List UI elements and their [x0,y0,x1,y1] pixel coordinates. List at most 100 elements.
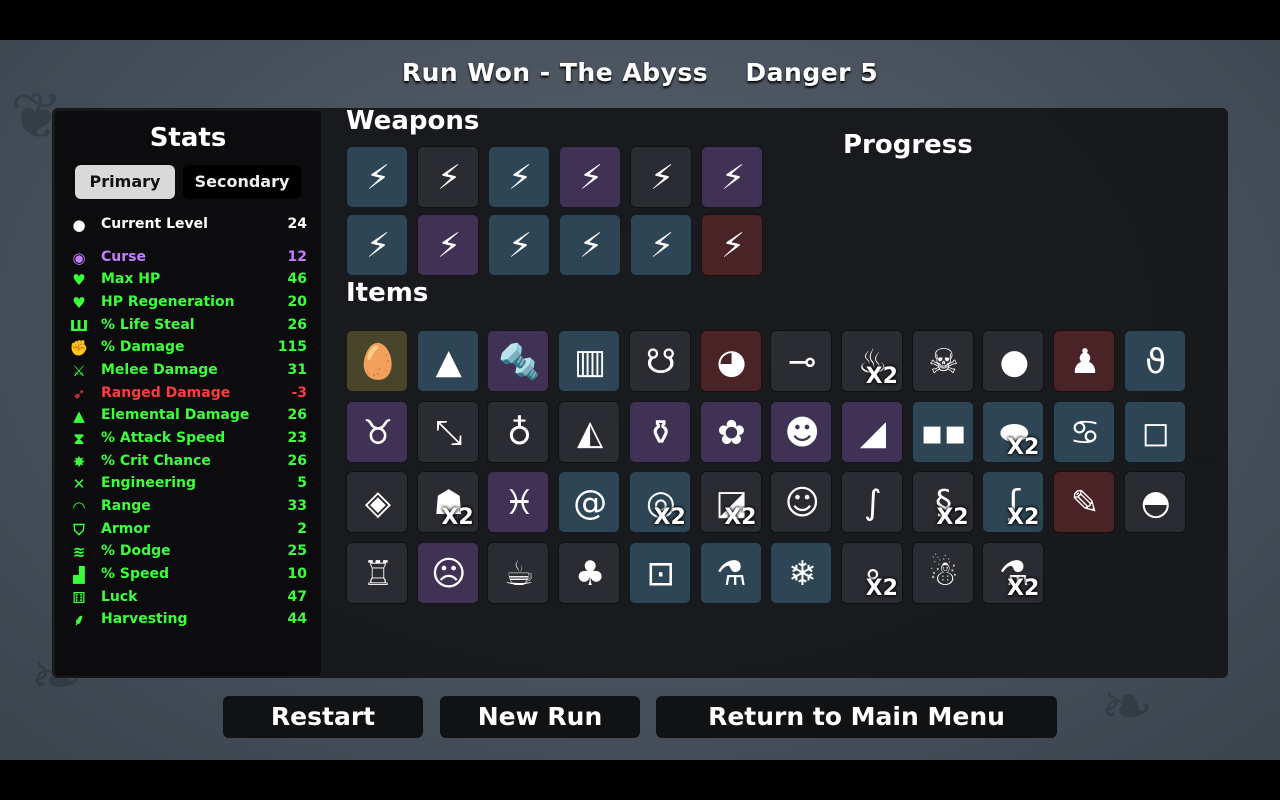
stat-label: % Crit Chance [101,453,211,469]
item-slot[interactable]: ☃ [911,541,974,604]
demon-icon: ♉ [362,412,394,453]
stat-row[interactable]: ◠ Range 33 [67,496,307,518]
weapon-slot[interactable]: ⚡ [346,146,408,208]
item-slot[interactable]: ☕ [487,541,550,604]
goldfish-icon: ♓ [504,483,535,523]
stat-row[interactable]: ● Current Level 24 [67,214,307,236]
weapon-slot[interactable]: ⚡ [417,214,479,276]
stat-row[interactable]: ✕ Engineering 5 [67,473,307,495]
item-slot[interactable]: ☋ [628,330,691,392]
stat-row[interactable]: ≋ % Dodge 25 [67,541,307,563]
stat-value: -3 [291,385,307,401]
stat-row[interactable]: ✊ % Damage 115 [67,337,307,359]
syringe-icon: ⤡ [435,412,463,453]
item-slot[interactable]: ☹ [416,541,479,604]
stat-row[interactable]: ⚔ Melee Damage 31 [67,360,307,382]
item-slot[interactable]: ⊸ [770,330,833,392]
item-slot[interactable]: ☻ [770,400,833,463]
weapon-slot[interactable]: ⚡ [488,146,550,208]
item-slot[interactable]: ♣ [558,541,621,604]
stat-row[interactable]: ✸ % Crit Chance 26 [67,451,307,473]
item-slot[interactable]: ϑ [1123,330,1186,392]
item-slot[interactable]: ❄ [770,541,833,604]
stat-label: Current Level [101,216,208,232]
item-slot[interactable]: ● [982,330,1045,392]
item-slot[interactable]: ✎ [1053,471,1115,533]
stat-row[interactable]: ▟ % Speed 10 [67,564,307,586]
item-slot[interactable]: ◢ [840,400,903,463]
item-slot[interactable]: ◓ [1123,471,1186,533]
lightning-shiv-icon: ⚡ [650,226,674,266]
stat-row[interactable]: ⸙ Harvesting 44 [67,609,307,631]
item-slot[interactable]: ✿ [699,400,762,463]
item-slot[interactable]: § X2 [911,471,974,533]
new-run-button[interactable]: New Run [440,696,640,738]
item-slot[interactable]: ⚱ [628,400,691,463]
wrench-icon: ✕ [72,475,86,493]
item-slot[interactable]: ⬬ X2 [982,400,1045,463]
weapon-slot[interactable]: ⚡ [559,214,621,276]
item-slot[interactable]: ♉ [346,400,408,463]
item-slot[interactable]: ◈ [346,471,408,533]
item-slot[interactable]: ◎ X2 [628,471,691,533]
return-to-main-menu-button[interactable]: Return to Main Menu [656,696,1057,738]
weapon-slot[interactable]: ⚡ [346,214,408,276]
weapon-slot[interactable]: ⚡ [701,146,763,208]
item-slot[interactable]: @ [558,471,621,533]
item-slot[interactable]: ▪▪ [911,400,974,463]
quantity-label: X2 [1007,505,1040,530]
item-slot[interactable]: ▲ [416,330,479,392]
stat-value: 46 [287,271,307,287]
sword-icon: ⚔ [72,362,86,380]
item-slot[interactable]: ◻ [1123,400,1186,463]
item-slot[interactable]: ∘ X2 [840,541,903,604]
item-slot[interactable]: ⚗ [699,541,762,604]
run-result-text: Run Won - The Abyss [401,58,709,87]
item-slot[interactable]: ♋ [1053,400,1115,463]
item-slot[interactable]: ☗ X2 [416,471,479,533]
weapon-slot[interactable]: ⚡ [417,146,479,208]
stat-row[interactable]: ⧗ % Attack Speed 23 [67,428,307,450]
weapon-slot[interactable]: ⚡ [488,214,550,276]
item-slot[interactable]: ⤡ [416,400,479,463]
item-slot[interactable]: ◪ X2 [699,471,762,533]
stat-row[interactable]: ➶ Ranged Damage -3 [67,383,307,405]
stat-row[interactable]: ♥ HP Regeneration 20 [67,292,307,314]
item-slot[interactable]: ◭ [558,400,621,463]
item-slot[interactable]: ⚗ X2 [982,541,1045,604]
quantity-label: X2 [1007,434,1040,460]
item-slot[interactable]: ▥ [558,330,621,392]
stat-row[interactable]: ♥ Max HP 46 [67,269,307,291]
item-slot[interactable]: 🔩 [487,330,550,392]
weapon-slot[interactable]: ⚡ [630,214,692,276]
stat-row[interactable]: ◉ Curse 12 [67,247,307,269]
item-slot[interactable]: ♁ [487,400,550,463]
stat-label: % Dodge [101,543,171,559]
quantity-label: X2 [441,505,474,530]
item-slot[interactable]: ♓ [487,471,550,533]
item-slot[interactable]: 🥚 [346,330,408,392]
stat-row[interactable]: ⚅ Luck 47 [67,587,307,609]
restart-button[interactable]: Restart [223,696,423,738]
lightning-shiv-icon: ⚡ [579,158,603,198]
stat-row[interactable]: ▲ Elemental Damage 26 [67,405,307,427]
tab-secondary[interactable]: Secondary [183,165,301,199]
item-slot[interactable]: ◕ [699,330,762,392]
tab-primary[interactable]: Primary [75,165,175,199]
item-slot[interactable]: ☠ [911,330,974,392]
item-slot[interactable]: ☺ [770,471,833,533]
item-slot[interactable]: ∫ [840,471,903,533]
run-summary-title: Run Won - The Abyss Danger 5 [0,58,1280,87]
weapon-slot[interactable]: ⚡ [559,146,621,208]
weapon-slot[interactable]: ⚡ [701,214,763,276]
boot-icon: ▟ [73,566,85,584]
item-slot[interactable]: ♖ [346,541,408,604]
item-slot[interactable]: ⊡ [628,541,691,604]
stat-value: 12 [287,249,307,265]
weapon-slot[interactable]: ⚡ [630,146,692,208]
item-slot[interactable]: ʃ X2 [982,471,1045,533]
item-slot[interactable]: ♟ [1053,330,1115,392]
stat-row[interactable]: Ш % Life Steal 26 [67,315,307,337]
stat-row[interactable]: ⛉ Armor 2 [67,519,307,541]
item-slot[interactable]: ♨ X2 [840,330,903,392]
